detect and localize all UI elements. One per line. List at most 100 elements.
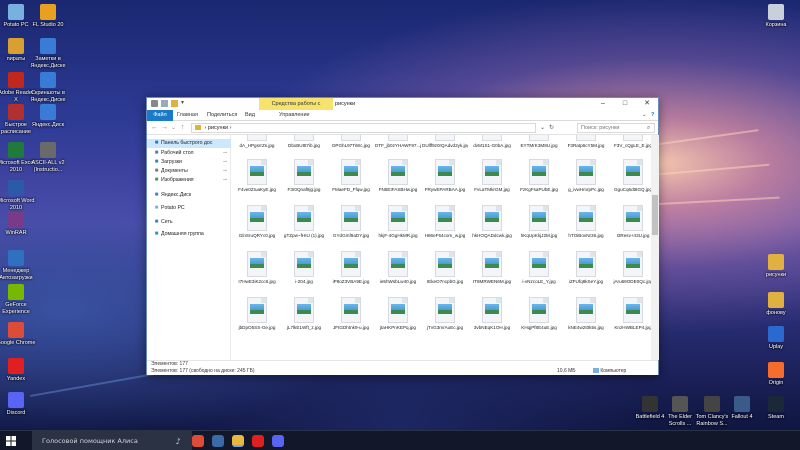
- file-item[interactable]: DPGhL97TiWc.jpg: [328, 135, 374, 149]
- new-folder-icon[interactable]: [171, 100, 178, 107]
- file-item[interactable]: F3Ratp6cY5M.jpg: [563, 135, 609, 149]
- help-icon[interactable]: ?: [651, 110, 654, 121]
- yandex-browser-icon[interactable]: [252, 435, 264, 447]
- desktop-shortcut[interactable]: Заметки в Яндекс.Диске: [28, 38, 68, 69]
- desktop-shortcut[interactable]: Discord: [0, 392, 36, 417]
- file-item[interactable]: FzKgFsaPUbE.jpg: [516, 159, 562, 193]
- file-item[interactable]: iP8oZ3VBA9E.jpg: [328, 251, 374, 285]
- forward-button[interactable]: →: [160, 123, 169, 133]
- desktop-shortcut[interactable]: ASCII-ALL v2 (Instructio...: [28, 142, 68, 173]
- discord-icon[interactable]: [272, 435, 284, 447]
- file-item[interactable]: gTZpw~fHIU (1).jpg: [281, 205, 327, 239]
- properties-icon[interactable]: [161, 100, 168, 107]
- breadcrumb-current[interactable]: рисунки: [208, 125, 228, 131]
- file-item[interactable]: dvM1S1-G0bA.jpg: [469, 135, 515, 149]
- desktop-shortcut[interactable]: Скриншоты в Яндекс.Диске: [28, 72, 68, 103]
- search-icon[interactable]: ⌕: [645, 124, 652, 132]
- file-item[interactable]: FRywEPARBAA.jpg: [422, 159, 468, 193]
- file-item[interactable]: DTF_jb0zYHAWF97...jpg_large: [375, 135, 421, 149]
- vertical-scrollbar[interactable]: [651, 135, 659, 360]
- nav-item[interactable]: ■ Рабочий стол ⊸: [147, 149, 231, 158]
- back-button[interactable]: ←: [150, 123, 159, 133]
- file-item[interactable]: GYdGmf9aDY.jpg: [328, 205, 374, 239]
- file-item[interactable]: jL7lkE1Wft_z.jpg: [281, 297, 327, 331]
- nav-item[interactable]: ■ Изображения ⊸: [147, 176, 231, 185]
- nav-item[interactable]: ■ Загрузки ⊸: [147, 158, 231, 167]
- file-item[interactable]: g_ivwHmrpPc.jpg: [563, 159, 609, 193]
- file-item[interactable]: i-vNzcoLE_Y.jpg: [516, 251, 562, 285]
- file-item[interactable]: JFtGDhtnk9-u.jpg: [328, 297, 374, 331]
- desktop-shortcut[interactable]: Origin: [756, 362, 796, 387]
- desktop-shortcut[interactable]: рисунки: [756, 254, 796, 279]
- nav-item[interactable]: ■ Сеть: [147, 218, 231, 227]
- file-item[interactable]: F4ve0ZIuaKyE.jpg: [234, 159, 280, 193]
- file-item[interactable]: F3r0Qnaf9jg.jpg: [281, 159, 327, 193]
- file-item[interactable]: FN8EIFASBHw.jpg: [375, 159, 421, 193]
- window-icon[interactable]: [151, 100, 158, 107]
- maximize-button[interactable]: □: [614, 98, 636, 110]
- file-item[interactable]: F3V_cQgLE_E.jpg: [610, 135, 651, 149]
- desktop-shortcut[interactable]: WinRAR: [0, 212, 36, 237]
- desktop-shortcut[interactable]: Корзина: [756, 4, 796, 29]
- file-item[interactable]: I3Resv+43U.jpg: [610, 205, 651, 239]
- desktop-shortcut[interactable]: GeForce Experience: [0, 284, 36, 315]
- nav-item[interactable]: ■ Домашняя группа: [147, 230, 231, 239]
- file-item[interactable]: jtaHKPnKEPq.jpg: [375, 297, 421, 331]
- desktop-shortcut[interactable]: Steam: [756, 396, 796, 421]
- chevron-down-icon[interactable]: ⌄: [642, 110, 647, 121]
- tab-share[interactable]: Поделиться: [207, 110, 237, 121]
- up-button[interactable]: ↑: [178, 123, 187, 133]
- chrome-icon[interactable]: [192, 435, 204, 447]
- file-item[interactable]: I7HwE3iK2cc6.jpg: [234, 251, 280, 285]
- refresh-icon[interactable]: ↻: [548, 124, 555, 132]
- nav-item[interactable]: ■ Панель быстрого дос: [147, 139, 231, 148]
- file-item[interactable]: EYTMrK3M8U.jpg: [516, 135, 562, 149]
- file-item[interactable]: KnzHWBLEP4.jpg: [610, 297, 651, 331]
- file-item[interactable]: hKqUpKkjJ2M.jpg: [516, 205, 562, 239]
- file-item[interactable]: iZFUfq8kSeY.jpg: [563, 251, 609, 285]
- file-item[interactable]: hkjF-4GgHkMR.jpg: [375, 205, 421, 239]
- desktop-shortcut[interactable]: фонову: [756, 292, 796, 317]
- file-item[interactable]: jTvG3mrAuEc.jpg: [422, 297, 468, 331]
- search-input[interactable]: Поиск: рисунки: [577, 123, 655, 133]
- alice-mic-icon[interactable]: ♪: [170, 433, 186, 449]
- tab-home[interactable]: Главная: [177, 110, 198, 121]
- recent-locations-button[interactable]: ⌄: [169, 123, 178, 133]
- file-item[interactable]: jbDpO5SS-Ge.jpg: [234, 297, 280, 331]
- file-item[interactable]: KHqjPf8E4uE.jpg: [516, 297, 562, 331]
- file-item[interactable]: GlnSruQRYc0.jpg: [234, 205, 280, 239]
- desktop-shortcut[interactable]: Microsoft Word 2010: [0, 180, 36, 211]
- chevron-down-icon[interactable]: ▾: [181, 100, 188, 107]
- close-button[interactable]: ✕: [636, 98, 658, 110]
- file-item[interactable]: GguCq6dt8GQ.jpg: [610, 159, 651, 193]
- start-button[interactable]: [0, 431, 22, 450]
- file-item[interactable]: FMaeFD_Ffqw.jpg: [328, 159, 374, 193]
- nav-item[interactable]: ■ Документы ⊸: [147, 167, 231, 176]
- tab-view[interactable]: Вид: [245, 110, 255, 121]
- nav-item[interactable]: ■ Potato PC: [147, 204, 231, 213]
- file-item[interactable]: FvLaTMkrGM.jpg: [469, 159, 515, 193]
- desktop-shortcut[interactable]: FL Studio 20: [28, 4, 68, 29]
- file-item[interactable]: i-204.jpg: [281, 251, 327, 285]
- file-item[interactable]: hTOiBovNr36.jpg: [563, 205, 609, 239]
- file-item[interactable]: IEkeO7ncpbG.jpg: [422, 251, 468, 285]
- context-tab-picture-tools[interactable]: Средства работы с рисунками: [259, 98, 333, 119]
- file-item[interactable]: DUlff9z0rQAdvd2yk.jpg: [422, 135, 468, 149]
- file-item[interactable]: kNE4w2t0k5s.jpg: [563, 297, 609, 331]
- file-item[interactable]: IT8MRWEN6M.jpg: [469, 251, 515, 285]
- alice-search-box[interactable]: Голосовой помощник Алиса: [32, 431, 192, 450]
- desktop-shortcut[interactable]: Uplay: [756, 326, 796, 351]
- nav-item[interactable]: ■ Яндекс.Диск: [147, 191, 231, 200]
- tab-file[interactable]: Файл: [147, 110, 173, 121]
- desktop-shortcut[interactable]: Google Chrome: [0, 322, 36, 347]
- address-field[interactable]: › рисунки ›: [191, 123, 536, 133]
- title-bar[interactable]: ▾ Средства работы с рисунками рисунки – …: [147, 98, 658, 119]
- file-item[interactable]: 3vbNEqK1OH.jpg: [469, 297, 515, 331]
- desktop-shortcut[interactable]: Менеджер Автозагрузки: [0, 250, 36, 281]
- file-item[interactable]: ie5hWsbLw40.jpg: [375, 251, 421, 285]
- file-item[interactable]: H86eF54com_w.jpg: [422, 205, 468, 239]
- steam-icon[interactable]: [212, 435, 224, 447]
- tab-manage[interactable]: Управление: [279, 110, 310, 121]
- file-item[interactable]: jAru69ODE0Qc.jpg: [610, 251, 651, 285]
- minimize-button[interactable]: –: [592, 98, 614, 110]
